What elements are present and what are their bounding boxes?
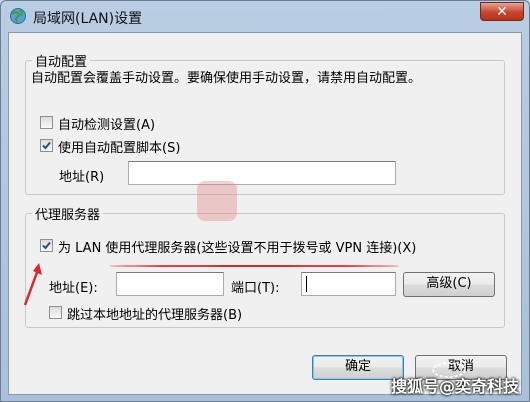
- auto-detect-label[interactable]: 自动检测设置(A): [58, 114, 155, 133]
- checkmark-icon: [42, 241, 51, 250]
- close-button[interactable]: ✕: [480, 2, 524, 21]
- auto-config-description: 自动配置会覆盖手动设置。要确保使用手动设置，请禁用自动配置。: [31, 71, 422, 86]
- watermark-text: 搜狐号@奕奇科技: [391, 377, 520, 396]
- annotation-underline: [109, 265, 399, 267]
- proxy-port-input[interactable]: [301, 272, 396, 296]
- dialog-body: 自动配置 自动配置会覆盖手动设置。要确保使用手动设置，请禁用自动配置。 自动检测…: [8, 32, 522, 395]
- use-proxy-checkbox[interactable]: [40, 239, 53, 252]
- proxy-port-label: 端口(T):: [231, 281, 280, 296]
- text-caret: [306, 276, 307, 292]
- advanced-button[interactable]: 高级(C): [403, 272, 495, 297]
- use-script-label[interactable]: 使用自动配置脚本(S): [58, 137, 180, 156]
- globe-icon: [10, 8, 26, 24]
- auto-detect-checkbox[interactable]: [40, 116, 53, 129]
- bypass-local-checkbox[interactable]: [49, 306, 62, 319]
- watermark-magnifier-icon: [197, 181, 237, 221]
- use-proxy-label[interactable]: 为 LAN 使用代理服务器(这些设置不用于拨号或 VPN 连接)(X): [58, 237, 416, 256]
- window-title: 局域网(LAN)设置: [33, 11, 143, 27]
- lan-settings-window: 局域网(LAN)设置 ✕ 自动配置 自动配置会覆盖手动设置。要确保使用手动设置，…: [0, 0, 530, 402]
- annotation-arrow-icon: [23, 263, 42, 306]
- use-script-checkbox[interactable]: [40, 139, 53, 152]
- close-icon: ✕: [496, 4, 508, 20]
- bypass-local-label[interactable]: 跳过本地地址的代理服务器(B): [67, 304, 242, 323]
- proxy-legend: 代理服务器: [32, 204, 104, 223]
- script-address-input[interactable]: [128, 161, 396, 185]
- proxy-address-label: 地址(E):: [49, 281, 98, 296]
- title-bar[interactable]: 局域网(LAN)设置 ✕: [1, 1, 529, 33]
- checkmark-icon: [42, 141, 51, 150]
- proxy-address-input[interactable]: [116, 272, 224, 296]
- script-address-label: 地址(R): [59, 170, 105, 185]
